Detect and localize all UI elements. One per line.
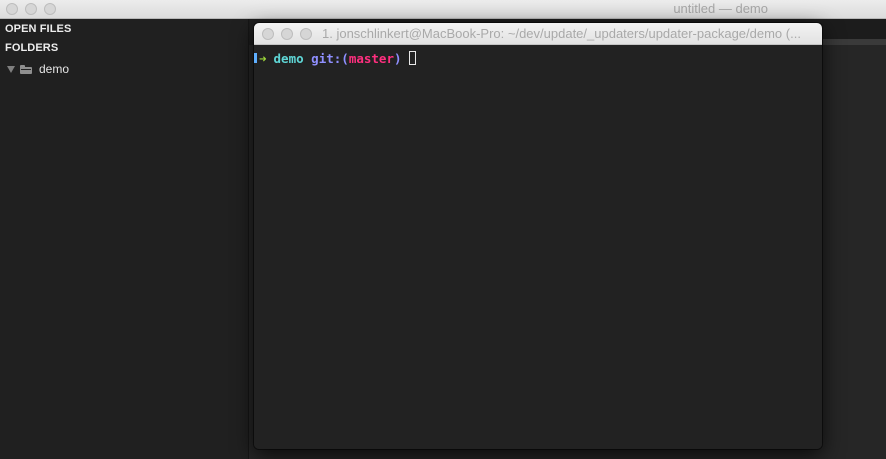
disclosure-triangle-icon[interactable] xyxy=(7,65,15,73)
folders-heading[interactable]: FOLDERS xyxy=(5,42,58,54)
prompt-git-close: ) xyxy=(393,50,402,66)
tab-strip-edge xyxy=(823,39,886,45)
prompt-line: ➜ demo git:( master ) xyxy=(254,50,416,66)
zoom-window-button[interactable] xyxy=(44,3,56,15)
terminal-body[interactable]: ➜ demo git:( master ) xyxy=(254,45,822,449)
prompt-marker xyxy=(254,53,257,63)
terminal-minimize-button[interactable] xyxy=(281,28,293,40)
editor-titlebar[interactable]: untitled — demo xyxy=(0,0,886,19)
text-cursor xyxy=(408,51,416,65)
window-title: untitled — demo xyxy=(673,1,768,16)
sidebar: OPEN FILES FOLDERS demo xyxy=(0,19,249,459)
folder-label: demo xyxy=(39,62,70,76)
prompt-arrow-icon: ➜ xyxy=(259,50,267,66)
close-window-button[interactable] xyxy=(6,3,18,15)
terminal-titlebar[interactable]: 1. jonschlinkert@MacBook-Pro: ~/dev/upda… xyxy=(254,23,822,45)
minimize-window-button[interactable] xyxy=(25,3,37,15)
folder-item-demo[interactable]: demo xyxy=(7,62,69,76)
terminal-title: 1. jonschlinkert@MacBook-Pro: ~/dev/upda… xyxy=(322,26,801,41)
open-files-heading[interactable]: OPEN FILES xyxy=(5,23,71,35)
prompt-directory: demo xyxy=(273,50,304,66)
prompt-git-label: git:( xyxy=(311,50,349,66)
terminal-zoom-button[interactable] xyxy=(300,28,312,40)
terminal-window: 1. jonschlinkert@MacBook-Pro: ~/dev/upda… xyxy=(254,23,822,449)
folder-icon xyxy=(20,64,32,74)
prompt-branch: master xyxy=(348,50,394,66)
terminal-close-button[interactable] xyxy=(262,28,274,40)
